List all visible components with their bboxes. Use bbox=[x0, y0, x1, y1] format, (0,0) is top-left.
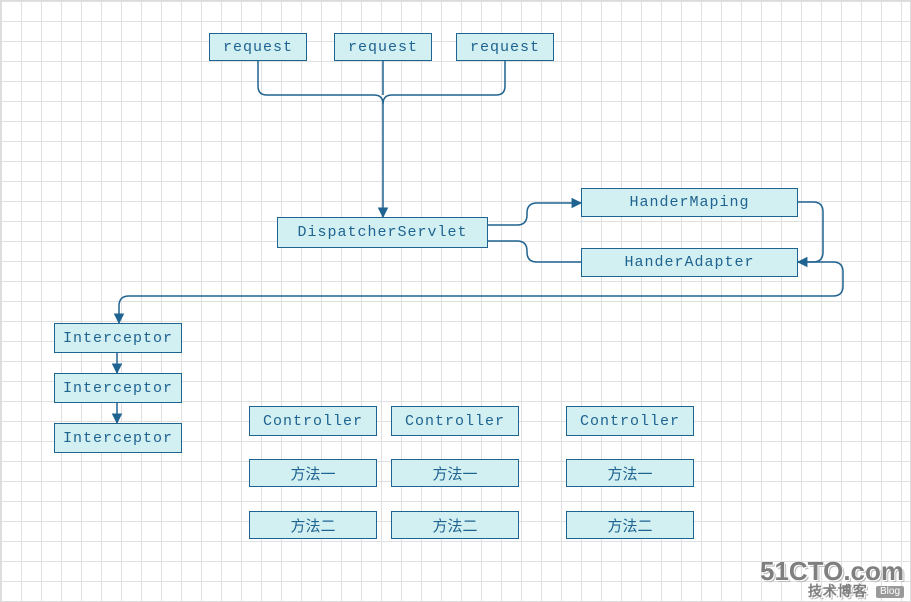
label: Controller bbox=[580, 413, 680, 430]
diagram-canvas: request request request DispatcherServle… bbox=[0, 0, 911, 602]
label: Controller bbox=[263, 413, 363, 430]
watermark-line-2: 技术博客 bbox=[808, 583, 868, 599]
node-hander-adapter: HanderAdapter bbox=[581, 248, 798, 277]
label: 方法一 bbox=[432, 463, 477, 484]
label: 方法一 bbox=[290, 463, 335, 484]
label: 方法二 bbox=[432, 515, 477, 536]
label: 方法二 bbox=[290, 515, 335, 536]
node-interceptor-3: Interceptor bbox=[54, 423, 182, 453]
node-method-1-b: 方法一 bbox=[391, 459, 519, 487]
node-hander-maping: HanderMaping bbox=[581, 188, 798, 217]
node-method-2-c: 方法二 bbox=[566, 511, 694, 539]
label: request bbox=[470, 39, 540, 56]
node-controller-1: Controller bbox=[249, 406, 377, 436]
label: request bbox=[223, 39, 293, 56]
node-request-2: request bbox=[334, 33, 432, 61]
node-controller-3: Controller bbox=[566, 406, 694, 436]
watermark-line-1: 51CTO.com bbox=[760, 558, 904, 584]
node-method-1-a: 方法一 bbox=[249, 459, 377, 487]
watermark: 51CTO.com 技术博客 Blog bbox=[760, 558, 904, 599]
watermark-badge: Blog bbox=[876, 586, 904, 598]
label: DispatcherServlet bbox=[297, 224, 467, 241]
node-dispatcher-servlet: DispatcherServlet bbox=[277, 217, 488, 248]
node-interceptor-2: Interceptor bbox=[54, 373, 182, 403]
node-request-1: request bbox=[209, 33, 307, 61]
node-method-1-c: 方法一 bbox=[566, 459, 694, 487]
label: request bbox=[348, 39, 418, 56]
node-method-2-b: 方法二 bbox=[391, 511, 519, 539]
label: 方法一 bbox=[607, 463, 652, 484]
node-controller-2: Controller bbox=[391, 406, 519, 436]
label: Controller bbox=[405, 413, 505, 430]
node-method-2-a: 方法二 bbox=[249, 511, 377, 539]
node-request-3: request bbox=[456, 33, 554, 61]
label: 方法二 bbox=[607, 515, 652, 536]
label: HanderAdapter bbox=[624, 254, 754, 271]
label: HanderMaping bbox=[629, 194, 749, 211]
label: Interceptor bbox=[63, 380, 173, 397]
label: Interceptor bbox=[63, 430, 173, 447]
node-interceptor-1: Interceptor bbox=[54, 323, 182, 353]
label: Interceptor bbox=[63, 330, 173, 347]
